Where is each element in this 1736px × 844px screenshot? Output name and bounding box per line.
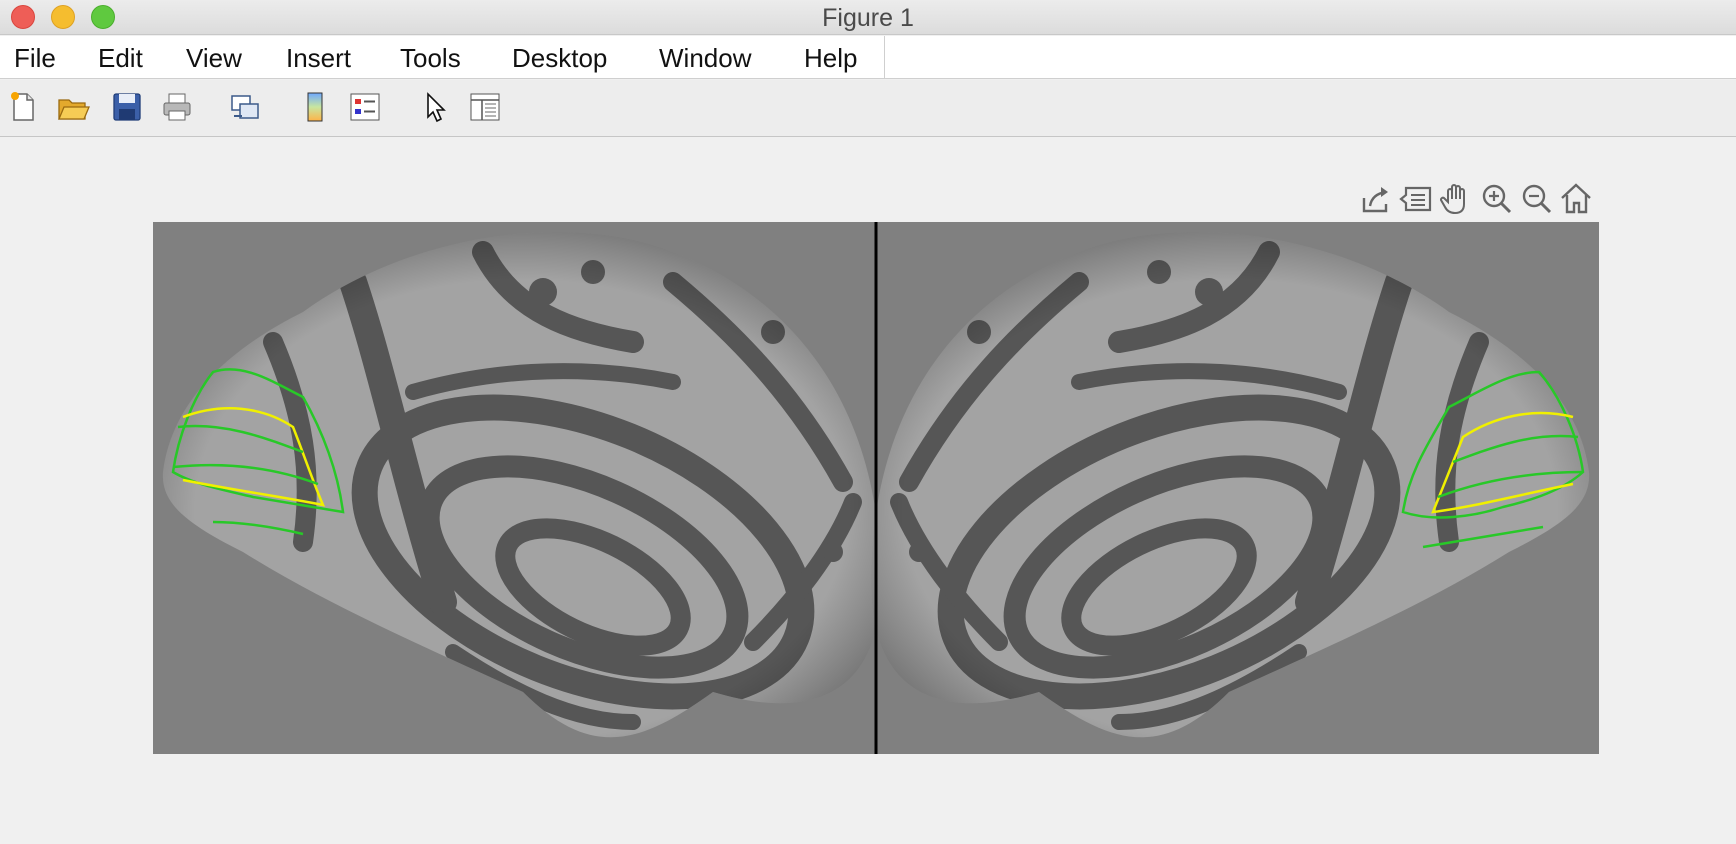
menubar-items: File Edit View Insert Tools Desktop Wind… [0, 36, 885, 78]
insert-colorbar-button[interactable] [298, 90, 332, 124]
edit-plot-button[interactable] [420, 90, 454, 124]
open-file-button[interactable] [56, 90, 90, 124]
print-figure-button[interactable] [160, 90, 194, 124]
insert-legend-button[interactable] [348, 90, 382, 124]
save-icon [110, 90, 144, 124]
home-icon [1558, 180, 1594, 218]
axes-toolbar [1358, 180, 1598, 220]
folder-open-icon [56, 90, 90, 124]
legend-icon [348, 90, 382, 124]
data-tips-button[interactable] [1398, 180, 1434, 218]
menu-tools[interactable]: Tools [400, 43, 461, 74]
save-figure-button[interactable] [110, 90, 144, 124]
zoom-in-icon [1478, 180, 1514, 218]
window-titlebar: Figure 1 [0, 0, 1736, 35]
right-hemisphere [871, 232, 1590, 738]
menu-edit[interactable]: Edit [98, 43, 143, 74]
new-figure-button[interactable] [6, 90, 40, 124]
data-tips-icon [1398, 180, 1434, 218]
menu-insert[interactable]: Insert [286, 43, 351, 74]
figure-toolbar [0, 80, 1736, 137]
window-title: Figure 1 [822, 4, 914, 32]
zoom-in-button[interactable] [1478, 180, 1514, 218]
menu-window[interactable]: Window [659, 43, 751, 74]
menu-help[interactable]: Help [804, 43, 857, 74]
left-hemisphere [162, 232, 881, 738]
printer-icon [160, 90, 194, 124]
restore-view-button[interactable] [1558, 180, 1594, 218]
brain-surface-plot [162, 222, 1590, 754]
new-file-icon [6, 90, 40, 124]
property-inspector-button[interactable] [468, 90, 502, 124]
colorbar-icon [298, 90, 332, 124]
link-plot-icon [228, 90, 262, 124]
menu-view[interactable]: View [186, 43, 242, 74]
link-plot-button[interactable] [228, 90, 262, 124]
export-button[interactable] [1358, 180, 1394, 218]
zoom-out-button[interactable] [1518, 180, 1554, 218]
pointer-icon [420, 90, 454, 124]
export-icon [1358, 180, 1394, 218]
menu-file[interactable]: File [14, 43, 56, 74]
menu-desktop[interactable]: Desktop [512, 43, 607, 74]
hand-pan-icon [1438, 180, 1474, 218]
menubar: File Edit View Insert Tools Desktop Wind… [0, 36, 1736, 99]
pan-button[interactable] [1438, 180, 1474, 218]
panel-icon [468, 90, 502, 124]
zoom-out-icon [1518, 180, 1554, 218]
figure-axes[interactable] [153, 222, 1599, 754]
